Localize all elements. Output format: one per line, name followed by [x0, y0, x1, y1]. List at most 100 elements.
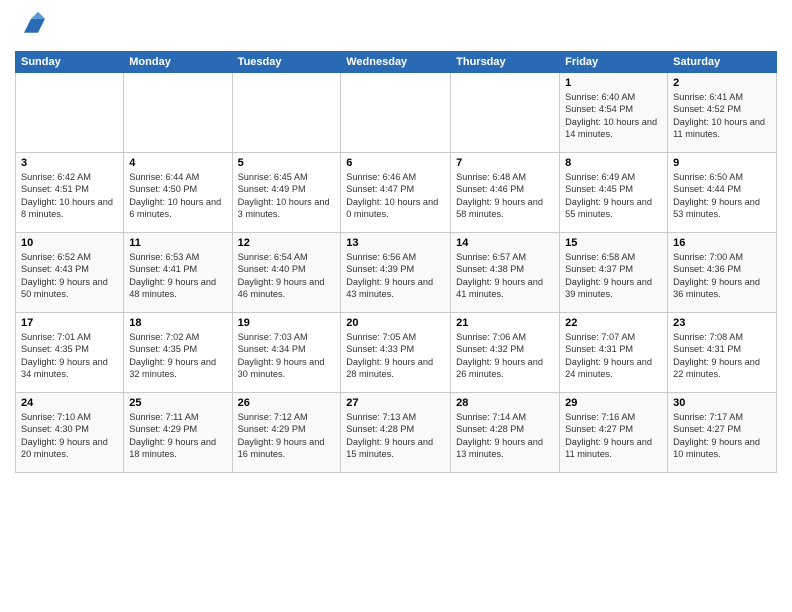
calendar-table: SundayMondayTuesdayWednesdayThursdayFrid… [15, 51, 777, 473]
day-info: Sunrise: 7:12 AM Sunset: 4:29 PM Dayligh… [238, 411, 336, 461]
calendar-day-cell: 13Sunrise: 6:56 AM Sunset: 4:39 PM Dayli… [341, 233, 451, 313]
weekday-header: Tuesday [232, 52, 341, 73]
day-info: Sunrise: 7:11 AM Sunset: 4:29 PM Dayligh… [129, 411, 226, 461]
day-number: 29 [565, 397, 662, 409]
day-number: 14 [456, 237, 554, 249]
day-info: Sunrise: 6:53 AM Sunset: 4:41 PM Dayligh… [129, 251, 226, 301]
day-info: Sunrise: 6:54 AM Sunset: 4:40 PM Dayligh… [238, 251, 336, 301]
calendar-day-cell: 18Sunrise: 7:02 AM Sunset: 4:35 PM Dayli… [124, 313, 232, 393]
calendar-day-cell: 10Sunrise: 6:52 AM Sunset: 4:43 PM Dayli… [16, 233, 124, 313]
calendar-body: 1 Sunrise: 6:40 AM Sunset: 4:54 PM Daylig… [16, 73, 777, 473]
calendar-day-cell: 6Sunrise: 6:46 AM Sunset: 4:47 PM Daylig… [341, 153, 451, 233]
day-info: Sunrise: 7:03 AM Sunset: 4:34 PM Dayligh… [238, 331, 336, 381]
day-info: Sunrise: 6:40 AM Sunset: 4:54 PM Dayligh… [565, 91, 662, 141]
calendar-week-row: 3 Sunrise: 6:42 AM Sunset: 4:51 PM Daylig… [16, 153, 777, 233]
logo-icon [17, 10, 45, 38]
weekday-header: Wednesday [341, 52, 451, 73]
day-number: 19 [238, 317, 336, 329]
day-number: 12 [238, 237, 336, 249]
day-number: 6 [346, 157, 445, 169]
day-info: Sunrise: 6:49 AM Sunset: 4:45 PM Dayligh… [565, 171, 662, 221]
day-number: 17 [21, 317, 118, 329]
calendar-empty-cell [451, 73, 560, 153]
day-info: Sunrise: 6:44 AM Sunset: 4:50 PM Dayligh… [129, 171, 226, 221]
day-number: 8 [565, 157, 662, 169]
logo [15, 10, 49, 43]
day-number: 3 [21, 157, 118, 169]
day-info: Sunrise: 6:42 AM Sunset: 4:51 PM Dayligh… [21, 171, 118, 221]
weekday-header: Monday [124, 52, 232, 73]
calendar-day-cell: 3 Sunrise: 6:42 AM Sunset: 4:51 PM Daylig… [16, 153, 124, 233]
day-number: 7 [456, 157, 554, 169]
day-number: 4 [129, 157, 226, 169]
weekday-header: Saturday [668, 52, 777, 73]
day-info: Sunrise: 7:17 AM Sunset: 4:27 PM Dayligh… [673, 411, 771, 461]
calendar-week-row: 10Sunrise: 6:52 AM Sunset: 4:43 PM Dayli… [16, 233, 777, 313]
day-info: Sunrise: 6:41 AM Sunset: 4:52 PM Dayligh… [673, 91, 771, 141]
calendar-day-cell: 5 Sunrise: 6:45 AM Sunset: 4:49 PM Daylig… [232, 153, 341, 233]
calendar-day-cell: 4 Sunrise: 6:44 AM Sunset: 4:50 PM Daylig… [124, 153, 232, 233]
calendar-empty-cell [232, 73, 341, 153]
calendar-day-cell: 28 Sunrise: 7:14 AM Sunset: 4:28 PM Dayli… [451, 393, 560, 473]
day-info: Sunrise: 6:50 AM Sunset: 4:44 PM Dayligh… [673, 171, 771, 221]
day-info: Sunrise: 7:06 AM Sunset: 4:32 PM Dayligh… [456, 331, 554, 381]
calendar-day-cell: 1 Sunrise: 6:40 AM Sunset: 4:54 PM Daylig… [560, 73, 668, 153]
calendar-day-cell: 19 Sunrise: 7:03 AM Sunset: 4:34 PM Dayli… [232, 313, 341, 393]
calendar-day-cell: 7 Sunrise: 6:48 AM Sunset: 4:46 PM Daylig… [451, 153, 560, 233]
calendar-day-cell: 29 Sunrise: 7:16 AM Sunset: 4:27 PM Dayli… [560, 393, 668, 473]
calendar-day-cell: 9 Sunrise: 6:50 AM Sunset: 4:44 PM Daylig… [668, 153, 777, 233]
day-info: Sunrise: 6:45 AM Sunset: 4:49 PM Dayligh… [238, 171, 336, 221]
day-info: Sunrise: 7:02 AM Sunset: 4:35 PM Dayligh… [129, 331, 226, 381]
calendar-week-row: 24 Sunrise: 7:10 AM Sunset: 4:30 PM Dayli… [16, 393, 777, 473]
day-info: Sunrise: 7:01 AM Sunset: 4:35 PM Dayligh… [21, 331, 118, 381]
day-info: Sunrise: 7:08 AM Sunset: 4:31 PM Dayligh… [673, 331, 771, 381]
calendar-day-cell: 25 Sunrise: 7:11 AM Sunset: 4:29 PM Dayli… [124, 393, 232, 473]
calendar-day-cell: 2Sunrise: 6:41 AM Sunset: 4:52 PM Daylig… [668, 73, 777, 153]
calendar-empty-cell [341, 73, 451, 153]
calendar-week-row: 17 Sunrise: 7:01 AM Sunset: 4:35 PM Dayli… [16, 313, 777, 393]
day-number: 13 [346, 237, 445, 249]
weekday-header: Friday [560, 52, 668, 73]
day-info: Sunrise: 7:10 AM Sunset: 4:30 PM Dayligh… [21, 411, 118, 461]
day-number: 24 [21, 397, 118, 409]
calendar-day-cell: 23 Sunrise: 7:08 AM Sunset: 4:31 PM Dayli… [668, 313, 777, 393]
calendar-day-cell: 12 Sunrise: 6:54 AM Sunset: 4:40 PM Dayli… [232, 233, 341, 313]
day-number: 20 [346, 317, 445, 329]
header [15, 10, 777, 43]
day-info: Sunrise: 6:57 AM Sunset: 4:38 PM Dayligh… [456, 251, 554, 301]
day-number: 11 [129, 237, 226, 249]
calendar-day-cell: 21Sunrise: 7:06 AM Sunset: 4:32 PM Dayli… [451, 313, 560, 393]
day-number: 26 [238, 397, 336, 409]
day-info: Sunrise: 7:05 AM Sunset: 4:33 PM Dayligh… [346, 331, 445, 381]
calendar-week-row: 1 Sunrise: 6:40 AM Sunset: 4:54 PM Daylig… [16, 73, 777, 153]
day-number: 15 [565, 237, 662, 249]
day-info: Sunrise: 7:16 AM Sunset: 4:27 PM Dayligh… [565, 411, 662, 461]
page: SundayMondayTuesdayWednesdayThursdayFrid… [0, 0, 792, 612]
weekday-header: Thursday [451, 52, 560, 73]
calendar-day-cell: 17 Sunrise: 7:01 AM Sunset: 4:35 PM Dayli… [16, 313, 124, 393]
day-number: 22 [565, 317, 662, 329]
day-number: 9 [673, 157, 771, 169]
day-info: Sunrise: 7:07 AM Sunset: 4:31 PM Dayligh… [565, 331, 662, 381]
day-number: 28 [456, 397, 554, 409]
day-info: Sunrise: 7:13 AM Sunset: 4:28 PM Dayligh… [346, 411, 445, 461]
day-number: 1 [565, 77, 662, 89]
calendar-empty-cell [16, 73, 124, 153]
day-info: Sunrise: 7:00 AM Sunset: 4:36 PM Dayligh… [673, 251, 771, 301]
calendar-day-cell: 20 Sunrise: 7:05 AM Sunset: 4:33 PM Dayli… [341, 313, 451, 393]
day-number: 30 [673, 397, 771, 409]
day-number: 16 [673, 237, 771, 249]
calendar-day-cell: 22 Sunrise: 7:07 AM Sunset: 4:31 PM Dayli… [560, 313, 668, 393]
day-number: 23 [673, 317, 771, 329]
day-number: 25 [129, 397, 226, 409]
calendar-day-cell: 24 Sunrise: 7:10 AM Sunset: 4:30 PM Dayli… [16, 393, 124, 473]
weekday-header: Sunday [16, 52, 124, 73]
day-info: Sunrise: 6:48 AM Sunset: 4:46 PM Dayligh… [456, 171, 554, 221]
calendar-empty-cell [124, 73, 232, 153]
calendar-day-cell: 14 Sunrise: 6:57 AM Sunset: 4:38 PM Dayli… [451, 233, 560, 313]
day-info: Sunrise: 7:14 AM Sunset: 4:28 PM Dayligh… [456, 411, 554, 461]
day-info: Sunrise: 6:52 AM Sunset: 4:43 PM Dayligh… [21, 251, 118, 301]
calendar-day-cell: 27Sunrise: 7:13 AM Sunset: 4:28 PM Dayli… [341, 393, 451, 473]
calendar-day-cell: 15Sunrise: 6:58 AM Sunset: 4:37 PM Dayli… [560, 233, 668, 313]
day-number: 5 [238, 157, 336, 169]
